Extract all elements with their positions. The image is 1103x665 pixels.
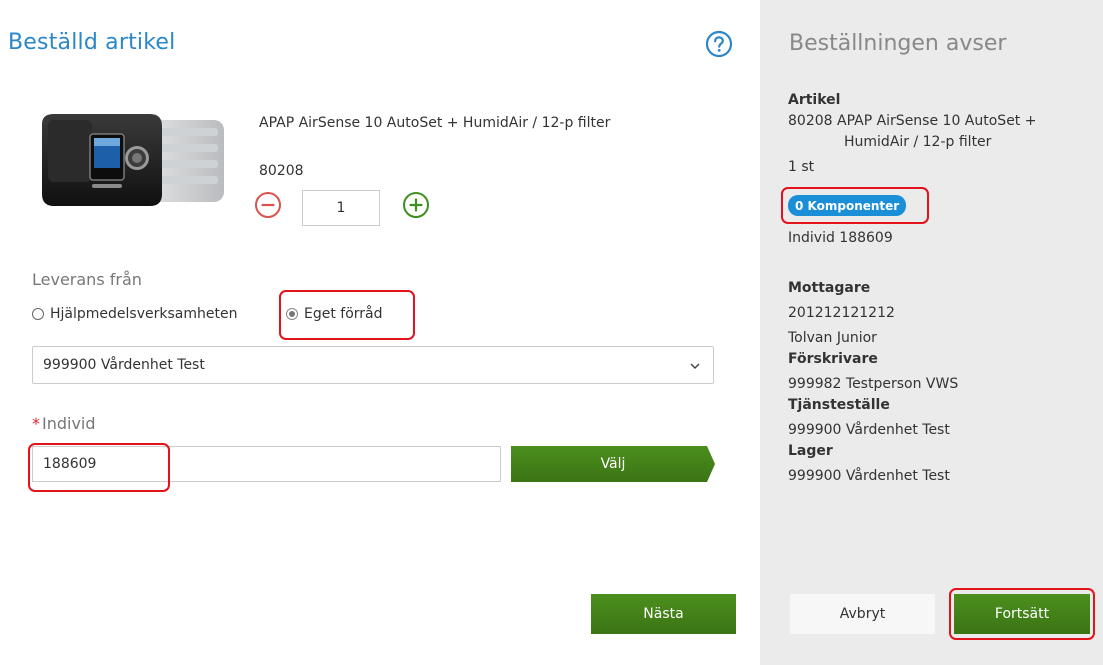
individ-label-text: Individ <box>42 414 96 433</box>
individ-label: * Individ <box>32 414 96 433</box>
radio-hjalpmedel[interactable]: Hjälpmedelsverksamheten <box>32 306 237 322</box>
artikel-line1: 80208 APAP AirSense 10 AutoSet + <box>788 113 1037 129</box>
required-mark: * <box>32 414 40 433</box>
mottagare-heading: Mottagare <box>788 280 871 296</box>
radio-label-hjalpmedel: Hjälpmedelsverksamheten <box>50 306 238 322</box>
artikel-individ: Individ 188609 <box>788 230 893 246</box>
individ-input[interactable] <box>32 446 501 482</box>
radio-label-eget-forrad: Eget förråd <box>304 306 383 322</box>
summary-artikel: Artikel 80208 APAP AirSense 10 AutoSet +… <box>788 90 1088 178</box>
chevron-down-icon <box>690 363 700 370</box>
summary-panel: Beställningen avser Artikel 80208 APAP A… <box>760 0 1103 665</box>
select-individ-button[interactable]: Välj <box>511 446 715 482</box>
cancel-button[interactable]: Avbryt <box>790 594 935 634</box>
artikel-line2: HumidAir / 12-p filter <box>844 134 992 150</box>
unit-select[interactable]: 999900 Vårdenhet Test <box>32 346 714 384</box>
forskrivare-heading: Förskrivare <box>788 351 878 367</box>
product-name: APAP AirSense 10 AutoSet + HumidAir / 12… <box>259 115 611 131</box>
summary-details: Mottagare 201212121212 Tolvan Junior För… <box>788 278 958 487</box>
radio-button[interactable] <box>32 308 44 320</box>
mottagare-name: Tolvan Junior <box>788 330 877 346</box>
artikel-heading: Artikel <box>788 92 841 108</box>
radio-button-selected[interactable] <box>286 308 298 320</box>
components-badge[interactable]: 0 Komponenter <box>788 195 907 216</box>
plus-circle-icon[interactable] <box>402 191 430 219</box>
quantity-input[interactable] <box>302 190 380 226</box>
mottagare-id: 201212121212 <box>788 305 895 321</box>
lager-value: 999900 Vårdenhet Test <box>788 468 950 484</box>
unit-select-value: 999900 Vårdenhet Test <box>43 357 205 373</box>
tjanstestalle-heading: Tjänsteställe <box>788 397 890 413</box>
tjanstestalle-value: 999900 Vårdenhet Test <box>788 422 950 438</box>
page-title: Beställd artikel <box>8 30 176 55</box>
forskrivare-value: 999982 Testperson VWS <box>788 376 959 392</box>
radio-eget-forrad[interactable]: Eget förråd <box>286 306 383 322</box>
product-code: 80208 <box>259 163 304 179</box>
order-panel: Beställd artikel APAP AirSense 10 AutoSe… <box>0 0 760 665</box>
continue-button[interactable]: Fortsätt <box>954 594 1090 634</box>
lager-heading: Lager <box>788 443 833 459</box>
help-circle-icon[interactable] <box>705 30 733 58</box>
product-image <box>32 108 232 214</box>
minus-circle-icon[interactable] <box>254 191 282 219</box>
next-button[interactable]: Nästa <box>591 594 736 634</box>
artikel-count: 1 st <box>788 159 815 175</box>
delivery-label: Leverans från <box>32 270 142 289</box>
summary-title: Beställningen avser <box>789 31 1007 56</box>
